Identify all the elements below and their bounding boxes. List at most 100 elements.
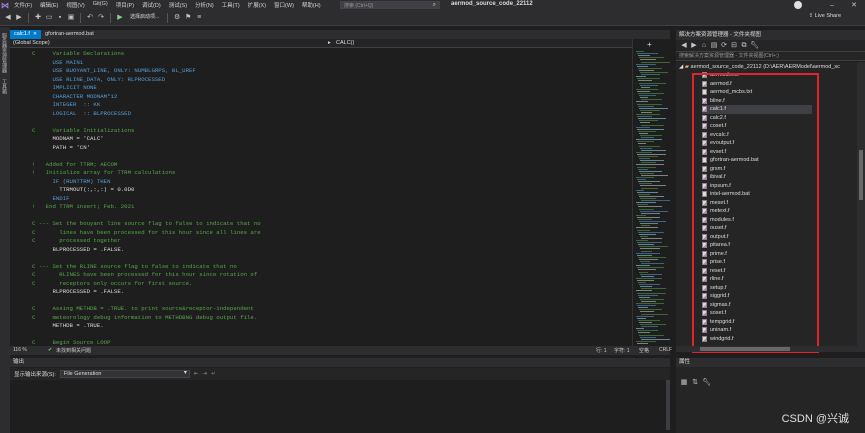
file-item[interactable]: sigmas.f bbox=[702, 301, 812, 310]
property-pages-icon[interactable]: 🔧︎ bbox=[702, 379, 711, 387]
open-folder-icon[interactable]: ▭ bbox=[45, 14, 53, 22]
file-item[interactable]: ibival.f bbox=[702, 173, 812, 182]
properties-icon[interactable]: 🔧︎ bbox=[750, 42, 759, 50]
forward-icon[interactable]: ▶ bbox=[690, 42, 698, 50]
code-line[interactable]: C Assing METHDB = .TRUE. to print source… bbox=[32, 305, 254, 313]
solution-explorer-search[interactable]: 搜索解决方案资源管理器 - 文件夹视图(Ctrl+;) bbox=[676, 51, 865, 61]
line-ending-indicator[interactable]: CRLF bbox=[659, 347, 672, 353]
code-line[interactable]: USE RLINE_DATA, ONLY: RLPROCESSED bbox=[32, 76, 165, 84]
code-line[interactable]: ENDIF bbox=[32, 195, 69, 203]
spacing-indicator[interactable]: 空格 bbox=[639, 347, 649, 354]
menu-item[interactable]: 文件(F) bbox=[10, 1, 36, 9]
zoom-level[interactable]: 116 % bbox=[13, 347, 27, 353]
menu-item[interactable]: 编辑(E) bbox=[36, 1, 62, 9]
menu-item[interactable]: 工具(T) bbox=[218, 1, 244, 9]
bookmark-icon[interactable]: ⚑ bbox=[184, 14, 192, 22]
code-line[interactable]: TTRMOUT(:,:,:) = 0.0D0 bbox=[32, 186, 134, 194]
toolbox-tab[interactable]: 工具箱 bbox=[1, 79, 8, 94]
file-item[interactable]: siggrid.f bbox=[702, 292, 812, 301]
search-icon[interactable]: ⌕ bbox=[433, 2, 436, 9]
back-icon[interactable]: ◀ bbox=[680, 42, 688, 50]
search-input[interactable]: 搜索 (Ctrl+Q) ⌕ bbox=[340, 1, 440, 9]
file-item[interactable]: aermod.exe bbox=[702, 71, 812, 80]
close-icon[interactable]: ✕ bbox=[843, 0, 865, 10]
code-line[interactable]: CHARACTER MODNAM*12 bbox=[32, 93, 117, 101]
file-item[interactable]: soset.f bbox=[702, 309, 812, 318]
comment-icon[interactable]: ≡ bbox=[195, 14, 203, 22]
menu-item[interactable]: 项目(P) bbox=[112, 1, 138, 9]
scope-dropdown[interactable]: (Global Scope) bbox=[13, 40, 50, 47]
split-editor-icon[interactable]: + bbox=[647, 40, 652, 49]
output-body[interactable] bbox=[10, 380, 670, 433]
file-item[interactable]: gfortran-aermod.bat bbox=[702, 156, 812, 165]
code-line[interactable]: USE MAIN1 bbox=[32, 59, 83, 67]
live-share-button[interactable]: ⇪ Live Share bbox=[809, 13, 841, 19]
file-item[interactable]: reset.f bbox=[702, 267, 812, 276]
file-item[interactable]: setup.f bbox=[702, 284, 812, 293]
sync-icon[interactable]: ⟳ bbox=[720, 42, 728, 50]
output-scrollbar[interactable] bbox=[666, 380, 670, 430]
settings-icon[interactable]: ⚙ bbox=[173, 14, 181, 22]
output-source-select[interactable]: File Generation bbox=[59, 370, 190, 378]
issues-status[interactable]: 未找到相关问题 bbox=[56, 347, 91, 354]
file-item[interactable]: grsm.f bbox=[702, 165, 812, 174]
menu-item[interactable]: 测试(S) bbox=[165, 1, 191, 9]
switch-views-icon[interactable]: ▤ bbox=[710, 42, 718, 50]
member-dropdown-icon[interactable]: ▸ bbox=[328, 40, 331, 47]
menu-item[interactable]: 分析(N) bbox=[191, 1, 218, 9]
alphabetical-icon[interactable]: ⇅ bbox=[691, 379, 699, 387]
menu-item[interactable]: 调试(D) bbox=[138, 1, 165, 9]
file-item[interactable]: aermod.f bbox=[702, 80, 812, 89]
code-line[interactable]: BLPROCESSED = .FALSE. bbox=[32, 246, 124, 254]
collapse-all-icon[interactable]: ⊟ bbox=[730, 42, 738, 50]
file-item[interactable]: calc1.f bbox=[702, 105, 812, 114]
undo-icon[interactable]: ↶ bbox=[86, 14, 94, 22]
menu-item[interactable]: 视图(V) bbox=[62, 1, 88, 9]
file-item[interactable]: inpsum.f bbox=[702, 182, 812, 191]
home-icon[interactable]: ⌂ bbox=[700, 42, 708, 50]
account-avatar[interactable] bbox=[794, 1, 802, 9]
close-icon[interactable]: ✕ bbox=[33, 30, 37, 39]
code-line[interactable]: LOGICAL :: BLPROCESSED bbox=[32, 110, 131, 118]
code-line[interactable]: IF (RUNTTRM) THEN bbox=[32, 178, 110, 186]
file-item[interactable]: tempgrid.f bbox=[702, 318, 812, 327]
hscroll-thumb[interactable] bbox=[700, 347, 790, 351]
code-line[interactable]: RLPROCESSED = .FALSE. bbox=[32, 288, 124, 296]
code-line[interactable]: C --- Set the bouyant line source flag t… bbox=[32, 220, 261, 228]
file-item[interactable]: bline.f bbox=[702, 97, 812, 106]
code-line[interactable]: C RLINES have been processed for this ho… bbox=[32, 271, 257, 279]
code-line[interactable]: IMPLICIT NONE bbox=[32, 84, 96, 92]
file-item[interactable]: prime.f bbox=[702, 250, 812, 259]
file-item[interactable]: pitarea.f bbox=[702, 241, 812, 250]
file-item[interactable]: calc2.f bbox=[702, 114, 812, 123]
code-line[interactable]: MODNAM = 'CALC' bbox=[32, 135, 103, 143]
code-line[interactable]: PATH = 'CN' bbox=[32, 144, 90, 152]
code-line[interactable]: ! Added for TTRM; AECOM bbox=[32, 161, 117, 169]
code-line[interactable]: METHDB = .TRUE. bbox=[32, 322, 103, 330]
code-line[interactable]: C --- Set the RLINE source flag to false… bbox=[32, 263, 237, 271]
show-all-files-icon[interactable]: ⧉ bbox=[740, 42, 748, 50]
code-line[interactable]: C processed together bbox=[32, 237, 121, 245]
code-line[interactable]: ! End TTRM insert; Feb. 2021 bbox=[32, 203, 134, 211]
tab-calc1[interactable]: calc1.f ✕ bbox=[10, 30, 42, 39]
file-item[interactable]: ouset.f bbox=[702, 224, 812, 233]
file-item[interactable]: coset.f bbox=[702, 122, 812, 131]
minimize-icon[interactable]: – bbox=[821, 0, 843, 10]
code-editor[interactable]: C Variable Declarations USE MAIN1 USE BU… bbox=[10, 48, 632, 346]
code-line[interactable]: C receptors only occurs for first source… bbox=[32, 280, 192, 288]
code-line[interactable]: C lines have been processed for this hou… bbox=[32, 229, 261, 237]
tab-gfortran-aermod[interactable]: gfortran-aermod.bat bbox=[41, 30, 98, 39]
file-item[interactable]: intel-aermod.bat bbox=[702, 190, 812, 199]
menu-item[interactable]: Git(G) bbox=[89, 1, 112, 9]
code-line[interactable]: USE BUOYANT_LINE, ONLY: NUMBLGRPS, BL_UR… bbox=[32, 67, 195, 75]
categorized-icon[interactable]: ▦ bbox=[680, 379, 688, 387]
menu-item[interactable]: 帮助(H) bbox=[298, 1, 325, 9]
file-item[interactable]: modules.f bbox=[702, 216, 812, 225]
redo-icon[interactable]: ↷ bbox=[97, 14, 105, 22]
startup-item-dropdown[interactable]: 选择启动项... bbox=[127, 13, 162, 22]
member-dropdown[interactable]: CALC() bbox=[336, 40, 354, 47]
scroll-thumb[interactable] bbox=[859, 150, 863, 200]
file-item[interactable]: prise.f bbox=[702, 258, 812, 267]
clear-all-icon[interactable]: ⇥ bbox=[202, 371, 207, 377]
back-icon[interactable]: ◀ bbox=[4, 14, 12, 22]
